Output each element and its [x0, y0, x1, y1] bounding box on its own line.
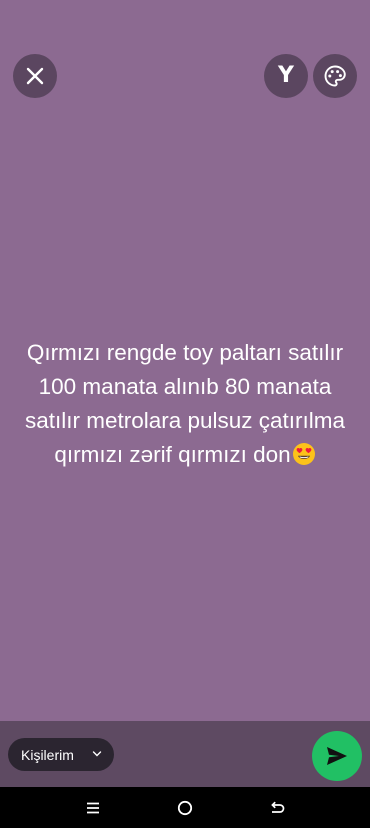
palette-icon	[324, 65, 346, 87]
home-icon	[177, 800, 193, 816]
home-button[interactable]	[174, 797, 196, 819]
close-icon	[26, 67, 44, 85]
chevron-down-icon	[92, 751, 102, 757]
back-button[interactable]	[266, 797, 288, 819]
font-style-label: Y	[278, 63, 294, 88]
status-editor-screen: Y Qırmızı rengde toy paltarı satılır 100…	[0, 0, 370, 828]
status-text-area[interactable]: Qırmızı rengde toy paltarı satılır 100 m…	[22, 336, 348, 472]
send-icon	[327, 747, 347, 765]
system-navigation-bar	[0, 787, 370, 828]
recent-apps-button[interactable]	[82, 797, 104, 819]
composer-bar: Kişilerim	[0, 721, 370, 787]
back-icon	[271, 801, 285, 813]
send-button[interactable]	[312, 731, 362, 781]
close-button[interactable]	[13, 54, 57, 98]
audience-label: Kişilerim	[21, 746, 74, 763]
heart-eyes-emoji	[292, 443, 315, 465]
audience-selector[interactable]: Kişilerim	[8, 738, 114, 771]
background-color-button[interactable]	[313, 54, 357, 98]
font-style-button[interactable]: Y	[264, 54, 308, 98]
recent-apps-icon	[87, 802, 99, 814]
